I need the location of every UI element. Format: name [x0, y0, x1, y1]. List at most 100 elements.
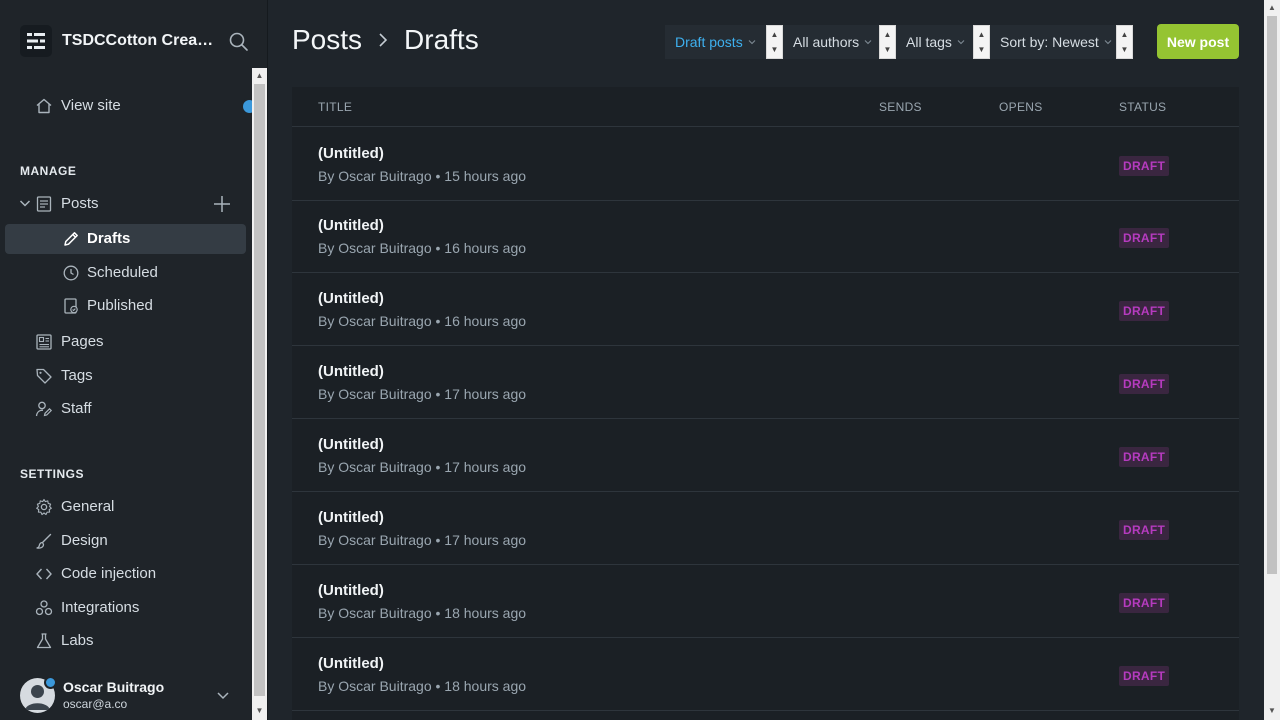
user-email: oscar@a.co — [63, 697, 128, 711]
sidebar-item-label: Integrations — [61, 599, 140, 616]
post-title[interactable]: (Untitled) — [318, 145, 384, 162]
table-header: TITLE SENDS OPENS STATUS — [292, 87, 1239, 127]
sidebar-item-labs[interactable]: Labs — [5, 626, 246, 656]
site-brand[interactable]: TSDCCotton Creati... — [20, 24, 218, 58]
post-title[interactable]: (Untitled) — [318, 217, 384, 234]
sidebar-item-posts[interactable]: Posts — [5, 189, 246, 219]
new-post-button[interactable]: New post — [1157, 24, 1239, 59]
post-title[interactable]: (Untitled) — [318, 582, 384, 599]
breadcrumb-posts-link[interactable]: Posts — [292, 24, 362, 56]
user-name: Oscar Buitrago — [63, 679, 165, 695]
sidebar-item-label: Code injection — [61, 565, 157, 582]
pencil-icon — [64, 232, 78, 246]
post-meta: By Oscar Buitrago • 16 hours ago — [318, 240, 527, 256]
sidebar-scrollbar[interactable]: ▲ ▼ — [252, 68, 267, 720]
filter-author-select[interactable]: All authors ▲ ▼ — [783, 25, 896, 59]
sidebar: TSDCCotton Creati... View site MANAGE Po… — [0, 0, 268, 720]
chevron-down-icon — [748, 40, 756, 45]
post-title[interactable]: (Untitled) — [318, 509, 384, 526]
sidebar-item-label: Published — [87, 297, 153, 314]
scroll-down-arrow-icon[interactable]: ▼ — [1268, 707, 1276, 715]
filter-author-value: All authors — [793, 34, 860, 50]
sort-select[interactable]: Sort by: Newest ▲ ▼ — [990, 25, 1133, 59]
filter-type-spinner[interactable]: ▲ ▼ — [766, 25, 783, 59]
post-title[interactable]: (Untitled) — [318, 363, 384, 380]
chevron-down-icon — [864, 40, 872, 45]
table-row[interactable]: (Untitled) By Oscar Buitrago • 16 hours … — [292, 200, 1239, 273]
integrations-icon — [35, 600, 53, 616]
status-badge: DRAFT — [1119, 374, 1170, 394]
sidebar-item-pages[interactable]: Pages — [5, 327, 246, 357]
home-icon — [36, 98, 52, 114]
sidebar-item-drafts[interactable]: Drafts — [5, 224, 246, 254]
scroll-up-arrow-icon[interactable]: ▲ — [255, 72, 264, 80]
avatar-status-dot — [44, 676, 57, 689]
main-content: Posts Drafts Draft posts ▲ ▼ All authors … — [268, 0, 1264, 720]
flask-icon — [36, 633, 52, 649]
main-scrollbar[interactable]: ▲ ▼ — [1264, 0, 1280, 720]
sidebar-item-staff[interactable]: Staff — [5, 394, 246, 424]
sidebar-item-scheduled[interactable]: Scheduled — [5, 258, 246, 288]
sidebar-item-label: Posts — [61, 195, 99, 212]
sidebar-item-code-injection[interactable]: Code injection — [5, 559, 246, 589]
table-row[interactable]: (Untitled) By Oscar Buitrago • 17 hours … — [292, 346, 1239, 419]
page-title: Drafts — [404, 24, 479, 55]
sidebar-item-label: Design — [61, 532, 108, 549]
sidebar-item-general[interactable]: General — [5, 492, 246, 522]
sidebar-item-label: Tags — [61, 367, 93, 384]
main-scrollbar-thumb[interactable] — [1267, 16, 1277, 574]
filter-tag-spinner[interactable]: ▲ ▼ — [973, 25, 990, 59]
sidebar-item-label: General — [61, 498, 115, 515]
post-meta: By Oscar Buitrago • 18 hours ago — [318, 605, 527, 621]
sort-spinner[interactable]: ▲ ▼ — [1116, 25, 1133, 59]
table-row[interactable]: (Untitled) By Oscar Buitrago • 18 hours … — [292, 565, 1239, 638]
table-row[interactable]: (Untitled) By Oscar Buitrago • 16 hours … — [292, 273, 1239, 346]
sidebar-item-view-site[interactable]: View site — [5, 91, 246, 121]
published-icon — [64, 298, 78, 314]
column-sends: SENDS — [879, 100, 922, 114]
post-meta: By Oscar Buitrago • 17 hours ago — [318, 532, 527, 548]
sidebar-item-design[interactable]: Design — [5, 526, 246, 556]
filter-type-select[interactable]: Draft posts ▲ ▼ — [665, 25, 783, 59]
table-row[interactable]: (Untitled) By Oscar Buitrago • 15 hours … — [292, 128, 1239, 201]
column-status: STATUS — [1119, 100, 1167, 114]
sidebar-item-label: Pages — [61, 333, 104, 350]
post-title[interactable]: (Untitled) — [318, 436, 384, 453]
sidebar-item-tags[interactable]: Tags — [5, 361, 246, 391]
staff-icon — [35, 401, 53, 417]
chevron-down-icon — [1104, 40, 1112, 45]
status-badge: DRAFT — [1119, 447, 1170, 467]
status-badge: DRAFT — [1119, 593, 1170, 613]
sidebar-item-label: View site — [61, 97, 121, 114]
sidebar-item-label: Staff — [61, 400, 92, 417]
post-title[interactable]: (Untitled) — [318, 655, 384, 672]
sidebar-item-integrations[interactable]: Integrations — [5, 593, 246, 623]
chevron-down-icon[interactable] — [216, 688, 230, 702]
chevron-down-icon — [957, 40, 965, 45]
table-row[interactable]: (Untitled) By Oscar Buitrago • 17 hours … — [292, 492, 1239, 565]
scroll-down-arrow-icon[interactable]: ▼ — [255, 707, 264, 715]
code-icon — [36, 568, 52, 580]
sort-value: Sort by: Newest — [1000, 34, 1099, 50]
filter-tag-select[interactable]: All tags ▲ ▼ — [896, 25, 990, 59]
posts-table: TITLE SENDS OPENS STATUS (Untitled) By O… — [292, 87, 1239, 720]
table-row[interactable]: (Untitled) By Oscar Buitrago • 17 hours … — [292, 419, 1239, 492]
table-row[interactable]: (Untitled) By Oscar Buitrago • 18 hours … — [292, 638, 1239, 711]
filter-author-spinner[interactable]: ▲ ▼ — [879, 25, 896, 59]
plus-icon[interactable] — [212, 194, 232, 214]
user-menu[interactable]: Oscar Buitrago oscar@a.co — [20, 676, 246, 716]
site-title: TSDCCotton Creati... — [62, 32, 218, 49]
search-icon[interactable] — [228, 31, 250, 53]
filter-type-value: Draft posts — [675, 34, 743, 50]
post-meta: By Oscar Buitrago • 15 hours ago — [318, 168, 527, 184]
sidebar-item-published[interactable]: Published — [5, 291, 246, 321]
sidebar-item-label: Labs — [61, 632, 94, 649]
post-meta: By Oscar Buitrago • 18 hours ago — [318, 678, 527, 694]
sidebar-scrollbar-thumb[interactable] — [254, 84, 265, 696]
chevron-right-icon — [379, 33, 388, 47]
clock-icon — [63, 265, 79, 281]
scroll-up-arrow-icon[interactable]: ▲ — [1268, 4, 1276, 12]
pages-icon — [36, 334, 52, 350]
settings-heading: SETTINGS — [20, 467, 85, 481]
post-title[interactable]: (Untitled) — [318, 290, 384, 307]
